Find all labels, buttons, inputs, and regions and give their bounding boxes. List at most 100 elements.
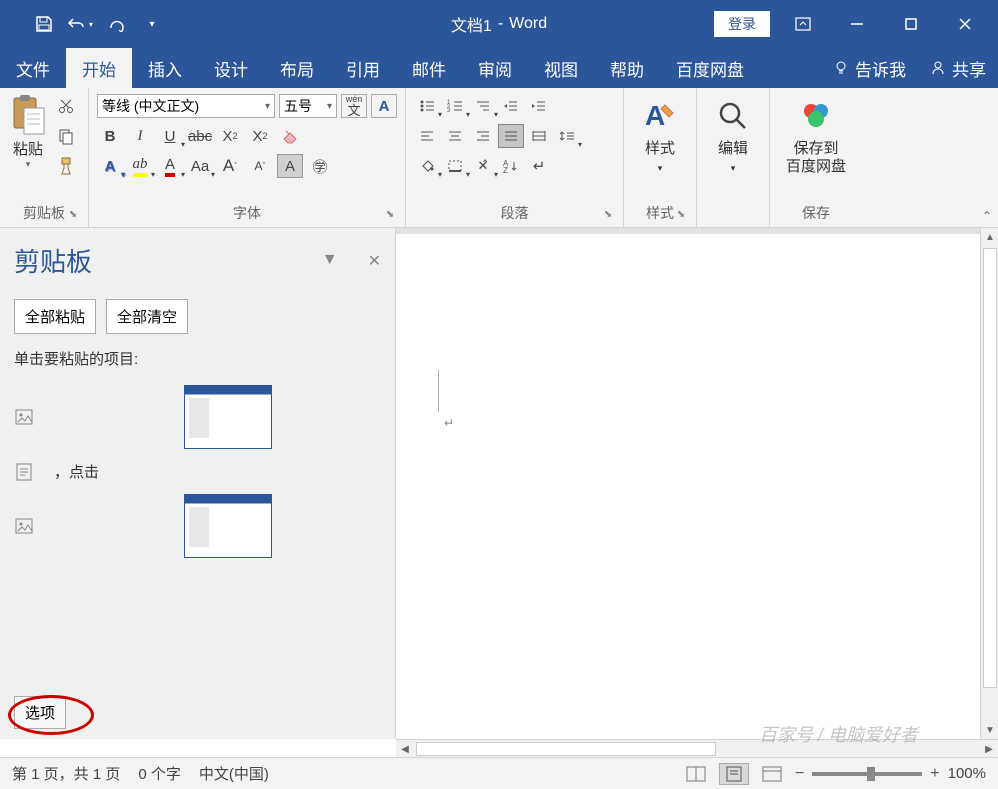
increase-indent-button[interactable] <box>526 94 552 118</box>
web-layout-button[interactable] <box>757 763 787 785</box>
horizontal-scrollbar[interactable]: ◀ ▶ <box>396 739 998 757</box>
text-effects-button[interactable]: A▾ <box>97 154 123 178</box>
distribute-button[interactable] <box>526 124 552 148</box>
grow-font-button[interactable]: Aˇ <box>217 154 243 178</box>
strikethrough-button[interactable]: abc <box>187 124 213 148</box>
shrink-font-button[interactable]: Aˇ <box>247 154 273 178</box>
paste-all-button[interactable]: 全部粘贴 <box>14 299 96 334</box>
text-icon <box>14 462 34 482</box>
zoom-slider[interactable] <box>812 772 922 776</box>
clipboard-item[interactable] <box>14 488 381 564</box>
chevron-down-icon: ▾ <box>731 163 736 173</box>
scroll-left-icon[interactable]: ◀ <box>396 740 414 758</box>
asian-layout-button[interactable]: ✕̂▾ <box>470 154 496 178</box>
font-size-combo[interactable]: 五号▾ <box>279 94 337 118</box>
ribbon-display-icon[interactable] <box>782 8 824 40</box>
panel-close-icon[interactable]: ✕ <box>368 251 381 271</box>
tab-layout[interactable]: 布局 <box>264 48 330 88</box>
options-button[interactable]: 选项 <box>14 696 66 729</box>
multilevel-button[interactable]: ▾ <box>470 94 496 118</box>
scroll-down-icon[interactable]: ▼ <box>981 721 998 739</box>
paste-button[interactable]: 粘贴 ▾ <box>6 92 50 172</box>
sort-button[interactable]: AZ <box>498 154 524 178</box>
numbering-button[interactable]: 123▾ <box>442 94 468 118</box>
superscript-button[interactable]: X2 <box>247 124 273 148</box>
dialog-launcher-icon[interactable]: ⬊ <box>66 209 80 223</box>
clipboard-item[interactable] <box>14 379 381 455</box>
close-icon[interactable] <box>944 8 986 40</box>
scroll-thumb[interactable] <box>983 248 997 688</box>
char-shading-button[interactable]: A <box>277 154 303 178</box>
language-status[interactable]: 中文(中国) <box>199 763 269 784</box>
dialog-launcher-icon[interactable]: ⬊ <box>674 209 688 223</box>
tab-file[interactable]: 文件 <box>0 48 66 88</box>
panel-menu-icon[interactable]: ▼ <box>322 251 338 271</box>
zoom-in-button[interactable]: + <box>930 765 939 783</box>
tab-review[interactable]: 审阅 <box>462 48 528 88</box>
clear-all-button[interactable]: 全部清空 <box>106 299 188 334</box>
font-name-combo[interactable]: 等线 (中文正文)▾ <box>97 94 275 118</box>
dialog-launcher-icon[interactable]: ⬊ <box>601 209 615 223</box>
undo-icon[interactable]: ▾ <box>66 10 94 38</box>
line-spacing-button[interactable]: ▾ <box>554 124 580 148</box>
styles-button[interactable]: A 样式▾ <box>630 92 690 201</box>
redo-icon[interactable] <box>102 10 130 38</box>
tab-baidu[interactable]: 百度网盘 <box>660 48 760 88</box>
tab-help[interactable]: 帮助 <box>594 48 660 88</box>
tab-home[interactable]: 开始 <box>66 48 132 88</box>
decrease-indent-button[interactable] <box>498 94 524 118</box>
zoom-level[interactable]: 100% <box>948 765 986 782</box>
minimize-icon[interactable] <box>836 8 878 40</box>
document-canvas[interactable]: ↵ <box>396 228 980 739</box>
edit-button[interactable]: 编辑▾ <box>703 92 763 205</box>
bullets-button[interactable]: ▾ <box>414 94 440 118</box>
format-painter-button[interactable] <box>54 154 78 178</box>
change-case-button[interactable]: Aa▾ <box>187 154 213 178</box>
page-status[interactable]: 第 1 页，共 1 页 <box>12 763 120 784</box>
char-border-button[interactable]: A <box>371 94 397 118</box>
subscript-button[interactable]: X2 <box>217 124 243 148</box>
phonetic-guide-button[interactable]: wén文 <box>341 94 367 118</box>
share-button[interactable]: 共享 <box>918 48 998 88</box>
group-styles: A 样式▾ 样式⬊ <box>624 88 697 227</box>
enclose-char-button[interactable]: ㊫ <box>307 154 333 178</box>
clear-format-button[interactable] <box>277 124 303 148</box>
scroll-thumb[interactable] <box>416 742 716 756</box>
copy-button[interactable] <box>54 124 78 148</box>
maximize-icon[interactable] <box>890 8 932 40</box>
login-button[interactable]: 登录 <box>714 11 770 37</box>
align-left-button[interactable] <box>414 124 440 148</box>
align-right-button[interactable] <box>470 124 496 148</box>
tab-mailings[interactable]: 邮件 <box>396 48 462 88</box>
save-baidu-button[interactable]: 保存到百度网盘 <box>776 92 856 201</box>
scroll-up-icon[interactable]: ▲ <box>981 228 998 246</box>
tab-insert[interactable]: 插入 <box>132 48 198 88</box>
word-count[interactable]: 0 个字 <box>138 763 181 784</box>
show-marks-button[interactable]: ↵ <box>526 154 552 178</box>
zoom-out-button[interactable]: − <box>795 765 804 783</box>
cut-button[interactable] <box>54 94 78 118</box>
align-center-button[interactable] <box>442 124 468 148</box>
highlight-button[interactable]: ab▾ <box>127 154 153 178</box>
borders-button[interactable]: ▾ <box>442 154 468 178</box>
shading-button[interactable]: ▾ <box>414 154 440 178</box>
save-icon[interactable] <box>30 10 58 38</box>
tab-view[interactable]: 视图 <box>528 48 594 88</box>
read-mode-button[interactable] <box>681 763 711 785</box>
underline-button[interactable]: U▾ <box>157 124 183 148</box>
tab-design[interactable]: 设计 <box>198 48 264 88</box>
tell-me-button[interactable]: 告诉我 <box>821 48 918 88</box>
tab-references[interactable]: 引用 <box>330 48 396 88</box>
vertical-scrollbar[interactable]: ▲ ▼ <box>980 228 998 739</box>
collapse-ribbon-icon[interactable]: ⌃ <box>982 209 992 223</box>
clipboard-item[interactable]: ，点击 <box>14 455 381 488</box>
font-color-button[interactable]: A▾ <box>157 154 183 178</box>
print-layout-button[interactable] <box>719 763 749 785</box>
italic-button[interactable]: I <box>127 124 153 148</box>
clipboard-text: ，点击 <box>54 461 99 482</box>
dialog-launcher-icon[interactable]: ⬊ <box>383 209 397 223</box>
qat-customize-icon[interactable]: ▾ <box>138 10 166 38</box>
bold-button[interactable]: B <box>97 124 123 148</box>
align-justify-button[interactable] <box>498 124 524 148</box>
scroll-right-icon[interactable]: ▶ <box>980 740 998 758</box>
